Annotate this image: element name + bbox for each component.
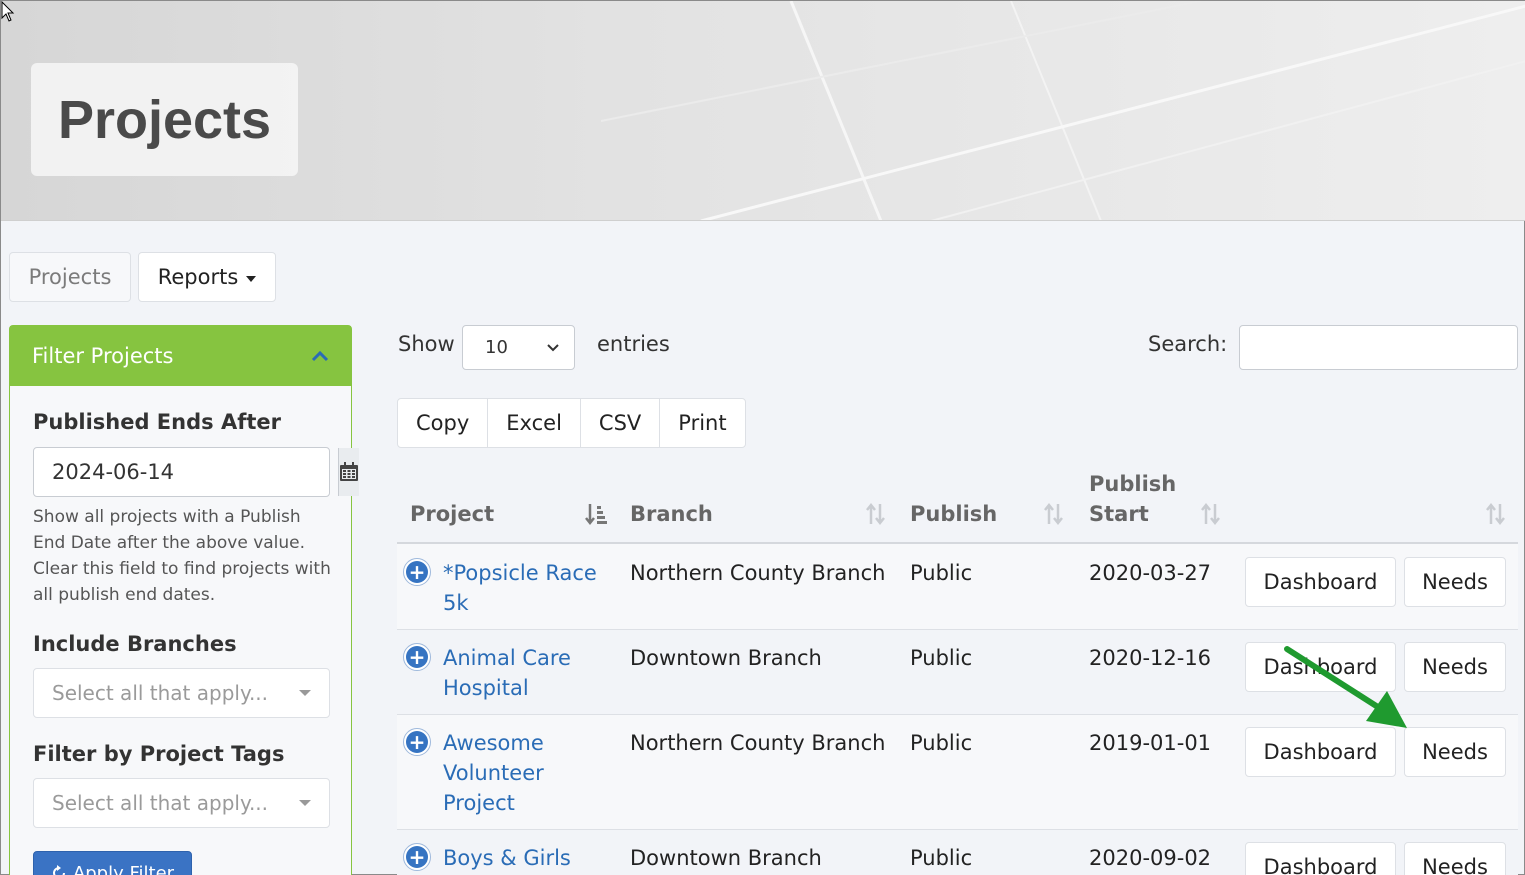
project-link[interactable]: Boys & Girls — [443, 843, 613, 873]
tab-reports-dropdown[interactable]: Reports — [138, 252, 276, 302]
project-tags-select[interactable]: Select all that apply... — [33, 778, 330, 828]
publish-cell: Public — [910, 846, 973, 870]
publish-start-cell: 2020-03-27 — [1089, 561, 1212, 585]
search-label: Search: — [1148, 332, 1228, 356]
dropdown-arrow-icon — [299, 800, 311, 806]
filter-panel-title: Filter Projects — [32, 344, 174, 368]
arrow-annotation-icon — [1284, 646, 1407, 728]
expand-row-button[interactable]: + — [403, 843, 431, 871]
project-link[interactable]: *Popsicle Race 5k — [443, 558, 613, 618]
page-length-value: 10 — [485, 337, 508, 358]
chevron-up-icon[interactable] — [311, 350, 329, 362]
publish-start-cell: 2019-01-01 — [1089, 731, 1212, 755]
expand-row-button[interactable]: + — [403, 643, 431, 671]
plus-circle-icon: + — [406, 561, 428, 583]
chevron-down-icon — [547, 343, 559, 351]
project-name-line2: Volunteer — [443, 761, 544, 785]
project-name-line2: Hospital — [443, 676, 529, 700]
branch-cell: Northern County Branch — [630, 561, 886, 585]
needs-button[interactable]: Needs — [1404, 727, 1506, 777]
branch-cell: Downtown Branch — [630, 646, 822, 670]
project-tags-label: Filter by Project Tags — [33, 742, 285, 766]
dashboard-button[interactable]: Dashboard — [1245, 842, 1396, 875]
page-title: Projects — [57, 89, 272, 150]
publish-start-cell: 2020-09-02 — [1089, 846, 1212, 870]
sort-icon[interactable] — [1200, 502, 1222, 526]
project-name-line2: 5k — [443, 591, 469, 615]
tab-projects-label: Projects — [28, 265, 112, 289]
tab-reports-label: Reports — [157, 265, 239, 289]
page-length-select[interactable]: 10 — [462, 325, 575, 370]
publish-cell: Public — [910, 561, 973, 585]
sort-icon[interactable] — [1485, 502, 1507, 526]
project-tags-placeholder: Select all that apply... — [52, 791, 269, 815]
sort-ascending-icon[interactable] — [585, 502, 607, 526]
dropdown-arrow-icon — [299, 690, 311, 696]
branch-cell: Downtown Branch — [630, 846, 822, 870]
csv-button[interactable]: CSV — [581, 399, 661, 447]
project-name-line1: *Popsicle Race — [443, 561, 597, 585]
publish-cell: Public — [910, 646, 973, 670]
include-branches-select[interactable]: Select all that apply... — [33, 668, 330, 718]
dashboard-button[interactable]: Dashboard — [1245, 557, 1396, 607]
column-header-project[interactable]: Project — [410, 499, 494, 529]
entries-label: entries — [597, 332, 670, 356]
needs-button[interactable]: Needs — [1404, 842, 1506, 875]
column-header-branch[interactable]: Branch — [630, 499, 713, 529]
published-ends-help-text: Show all projects with a Publish End Dat… — [33, 507, 331, 605]
plus-circle-icon: + — [406, 646, 428, 668]
published-ends-date-group — [33, 447, 359, 497]
needs-button[interactable]: Needs — [1404, 557, 1506, 607]
apply-filter-label: Apply Filter — [72, 862, 175, 875]
include-branches-label: Include Branches — [33, 632, 237, 656]
page-title-box: Projects — [31, 63, 298, 176]
calendar-button[interactable] — [338, 448, 359, 496]
project-name-line1: Animal Care — [443, 646, 571, 670]
filter-panel: Filter Projects Published Ends After Sho… — [9, 325, 359, 875]
plus-circle-icon: + — [406, 731, 428, 753]
needs-button[interactable]: Needs — [1404, 642, 1506, 692]
column-header-publish-start[interactable]: Publish Start — [1089, 469, 1176, 529]
expand-row-button[interactable]: + — [403, 728, 431, 756]
plus-circle-icon: + — [406, 846, 428, 868]
filter-panel-header[interactable]: Filter Projects — [10, 326, 351, 386]
sort-icon[interactable] — [1043, 502, 1065, 526]
project-link[interactable]: Animal Care Hospital — [443, 643, 613, 703]
column-header-publish-start-line2: Start — [1089, 502, 1149, 526]
apply-filter-button[interactable]: Apply Filter — [33, 851, 192, 875]
print-button[interactable]: Print — [660, 399, 744, 447]
export-button-group: Copy Excel CSV Print — [397, 398, 746, 448]
mouse-cursor-icon — [1, 1, 15, 22]
include-branches-placeholder: Select all that apply... — [52, 681, 269, 705]
sort-icon[interactable] — [865, 502, 887, 526]
project-name-line1: Boys & Girls — [443, 846, 571, 870]
published-ends-label: Published Ends After — [33, 410, 281, 434]
tab-projects[interactable]: Projects — [9, 252, 131, 302]
publish-cell: Public — [910, 731, 973, 755]
publish-start-cell: 2020-12-16 — [1089, 646, 1212, 670]
refresh-icon — [52, 865, 65, 875]
branch-cell: Northern County Branch — [630, 731, 886, 755]
column-header-publish-start-line1: Publish — [1089, 472, 1177, 496]
published-ends-input[interactable] — [34, 448, 338, 496]
column-header-publish[interactable]: Publish — [910, 499, 997, 529]
search-input[interactable] — [1239, 325, 1518, 370]
page-banner: Projects — [1, 1, 1525, 221]
expand-row-button[interactable]: + — [403, 558, 431, 586]
copy-button[interactable]: Copy — [398, 399, 489, 447]
project-name-line3: Project — [443, 791, 515, 815]
project-link[interactable]: Awesome Volunteer Project — [443, 728, 613, 818]
calendar-icon — [340, 462, 358, 481]
project-name-line1: Awesome — [443, 731, 544, 755]
excel-button[interactable]: Excel — [488, 399, 581, 447]
caret-down-icon — [246, 275, 257, 282]
show-label: Show — [398, 332, 455, 356]
